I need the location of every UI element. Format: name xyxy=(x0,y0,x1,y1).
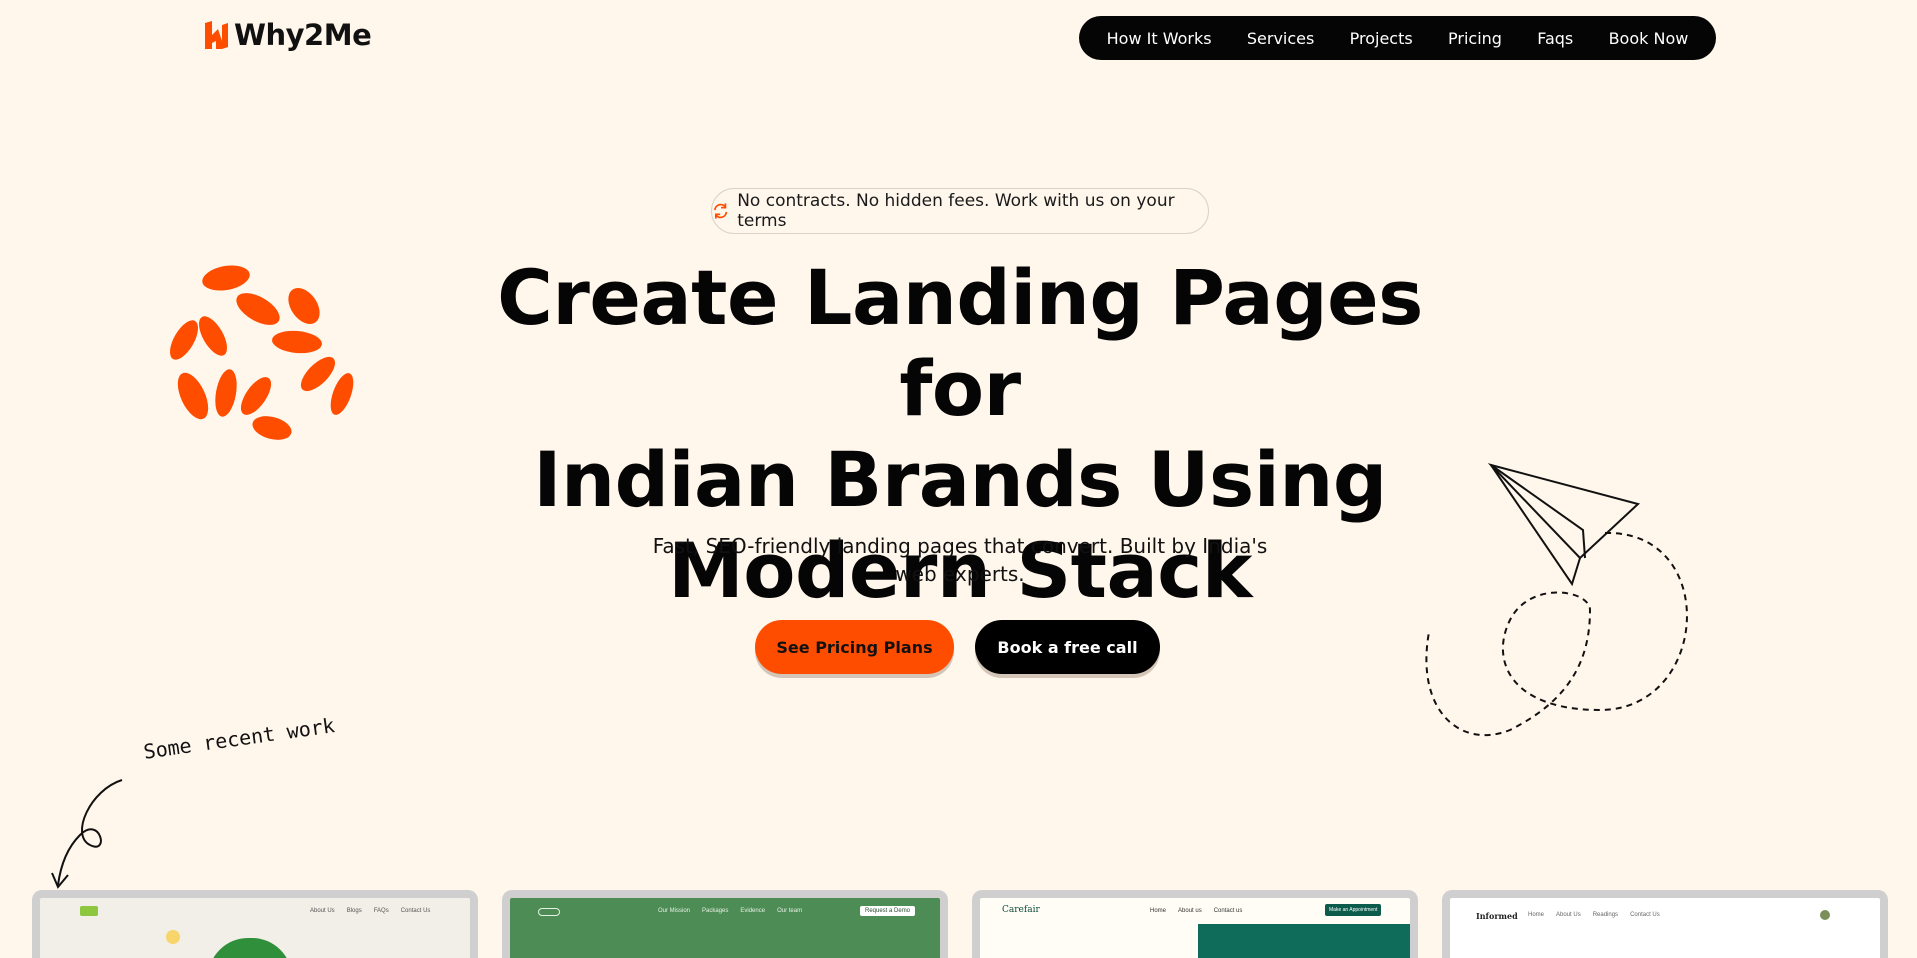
hero-photo xyxy=(1198,924,1410,958)
terms-pill: No contracts. No hidden fees. Work with … xyxy=(711,188,1209,234)
nav-book-now[interactable]: Book Now xyxy=(1609,29,1689,48)
nav-faqs[interactable]: Faqs xyxy=(1537,29,1573,48)
sun-icon xyxy=(166,930,180,944)
see-pricing-plans-button[interactable]: See Pricing Plans xyxy=(755,620,954,674)
card-mini-nav: Our Mission Packages Evidence Our team xyxy=(658,908,803,914)
work-card-4[interactable]: Informed Home About Us Readings Contact … xyxy=(1442,890,1888,958)
card-logo-icon xyxy=(80,906,98,916)
product-can-image xyxy=(208,938,292,958)
nav-projects[interactable]: Projects xyxy=(1350,29,1413,48)
refresh-icon xyxy=(714,203,728,219)
logo-icon xyxy=(205,21,228,49)
work-card-2[interactable]: Our Mission Packages Evidence Our team R… xyxy=(502,890,948,958)
carefair-logo: Carefair xyxy=(1002,905,1040,915)
work-card-preview: About Us Blogs FAQs Contact Us xyxy=(40,898,470,958)
pill-text: No contracts. No hidden fees. Work with … xyxy=(737,191,1175,231)
informed-logo: Informed xyxy=(1476,911,1518,921)
recent-work-label: Some recent work xyxy=(142,713,337,764)
nav-services[interactable]: Services xyxy=(1247,29,1314,48)
main-nav: How It Works Services Projects Pricing F… xyxy=(1079,16,1716,60)
card-mini-nav: Home About us Contact us xyxy=(1150,908,1243,914)
request-demo-button: Request a Demo xyxy=(860,906,916,916)
work-card-1[interactable]: About Us Blogs FAQs Contact Us xyxy=(32,890,478,958)
card-mini-nav: Home About Us Readings Contact Us xyxy=(1528,912,1660,918)
logo-text: Why2Me xyxy=(234,18,372,52)
nav-pricing[interactable]: Pricing xyxy=(1448,29,1502,48)
work-card-preview: Informed Home About Us Readings Contact … xyxy=(1450,898,1880,958)
avatar xyxy=(1820,910,1830,920)
card-logo-icon xyxy=(538,908,560,916)
logo[interactable]: Why2Me xyxy=(202,18,372,52)
work-card-preview: Our Mission Packages Evidence Our team R… xyxy=(510,898,940,958)
orange-petals-decoration xyxy=(170,265,354,440)
work-card-preview: Carefair Home About us Contact us Make a… xyxy=(980,898,1410,958)
hero-subtitle: Fast, SEO-friendly landing pages that co… xyxy=(652,534,1268,586)
book-free-call-button[interactable]: Book a free call xyxy=(975,620,1160,674)
work-card-3[interactable]: Carefair Home About us Contact us Make a… xyxy=(972,890,1418,958)
hero-title-line-2: Indian Brands Using xyxy=(533,435,1387,524)
make-appointment-button: Make an Appointment xyxy=(1325,904,1382,916)
curly-arrow-decoration xyxy=(51,779,123,889)
nav-how-it-works[interactable]: How It Works xyxy=(1107,29,1212,48)
hero-title-line-1: Create Landing Pages for xyxy=(497,253,1423,433)
card-mini-nav: About Us Blogs FAQs Contact Us xyxy=(310,908,431,914)
paper-plane-decoration xyxy=(1425,463,1688,736)
